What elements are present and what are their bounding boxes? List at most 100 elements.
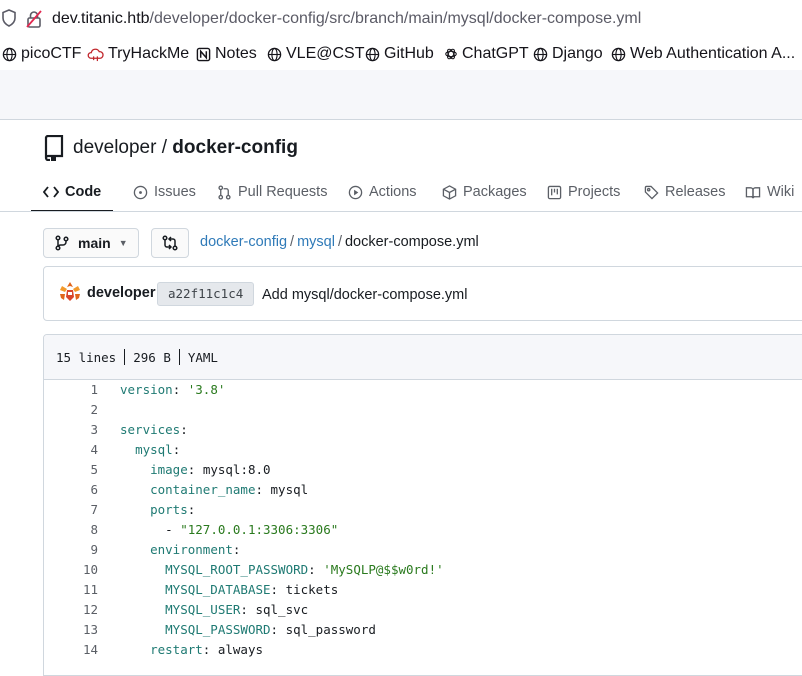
line-number[interactable]: 10 bbox=[44, 560, 98, 580]
tab-pull-requests[interactable]: Pull Requests bbox=[217, 174, 327, 210]
avatar[interactable] bbox=[58, 280, 82, 304]
line-content: image: mysql:8.0 bbox=[150, 462, 271, 477]
tab-issues[interactable]: Issues bbox=[133, 174, 196, 210]
code-line: 9 environment: bbox=[44, 540, 802, 560]
line-number[interactable]: 4 bbox=[44, 440, 98, 460]
code-line: 3 services: bbox=[44, 420, 802, 440]
commit-author[interactable]: developer bbox=[87, 285, 156, 301]
yaml-key: container_name bbox=[150, 482, 256, 497]
notion-icon bbox=[196, 47, 211, 61]
line-content: environment: bbox=[150, 542, 241, 557]
bookmark-notes[interactable]: Notes bbox=[196, 45, 257, 63]
pull-request-icon bbox=[218, 184, 231, 200]
repo-name-link[interactable]: docker-config bbox=[172, 137, 298, 158]
line-content: version: '3.8' bbox=[120, 382, 226, 397]
yaml-key: image bbox=[150, 462, 188, 477]
bookmark-django[interactable]: Django bbox=[533, 45, 603, 63]
branch-icon bbox=[55, 235, 69, 251]
line-number[interactable]: 14 bbox=[44, 640, 98, 660]
line-number[interactable]: 3 bbox=[44, 420, 98, 440]
bookmark-label: picoCTF bbox=[21, 45, 82, 62]
globe-icon bbox=[2, 47, 17, 61]
compare-button[interactable] bbox=[151, 228, 189, 258]
file-language: YAML bbox=[187, 349, 218, 365]
tab-actions[interactable]: Actions bbox=[348, 174, 417, 210]
repo-icon bbox=[44, 135, 64, 161]
tab-projects[interactable]: Projects bbox=[547, 174, 620, 210]
insecure-lock-icon[interactable] bbox=[26, 10, 42, 28]
line-number[interactable]: 7 bbox=[44, 500, 98, 520]
yaml-key: MYSQL_PASSWORD bbox=[165, 622, 271, 637]
package-icon bbox=[442, 184, 457, 200]
url-host: dev.titanic.htb bbox=[52, 10, 150, 27]
bookmark-chatgpt[interactable]: ChatGPT bbox=[444, 45, 529, 63]
code-line: 8 - "127.0.0.1:3306:3306" bbox=[44, 520, 802, 540]
yaml-value: "127.0.0.1:3306:3306" bbox=[180, 522, 339, 537]
yaml-key: MYSQL_USER bbox=[165, 602, 241, 617]
tabs-divider bbox=[0, 211, 802, 212]
bookmark-label: Web Authentication A... bbox=[630, 45, 796, 62]
line-number[interactable]: 8 bbox=[44, 520, 98, 540]
breadcrumb-dir-link[interactable]: mysql bbox=[297, 234, 335, 250]
code-line: 14 restart: always bbox=[44, 640, 802, 660]
chevron-down-icon: ▼ bbox=[118, 238, 128, 248]
tab-label: Actions bbox=[369, 184, 417, 200]
repo-tabs: Code Issues Pull Requests Actions Packag… bbox=[31, 174, 802, 212]
tab-wiki[interactable]: Wiki bbox=[745, 174, 794, 210]
bookmark-label: GitHub bbox=[384, 45, 434, 62]
line-content: mysql: bbox=[135, 442, 181, 457]
yaml-value: sql_password bbox=[285, 622, 376, 637]
url-text[interactable]: dev.titanic.htb/developer/docker-config/… bbox=[52, 10, 641, 28]
yaml-key: mysql bbox=[135, 442, 173, 457]
code-view: 1 version: '3.8' 2 3 services: 4 mysql: 5 imag… bbox=[44, 380, 802, 660]
tag-icon bbox=[644, 185, 659, 200]
code-line: 11 MYSQL_DATABASE: tickets bbox=[44, 580, 802, 600]
line-number[interactable]: 9 bbox=[44, 540, 98, 560]
repo-title: developer / docker-config bbox=[73, 137, 298, 158]
line-number[interactable]: 13 bbox=[44, 620, 98, 640]
tab-releases[interactable]: Releases bbox=[644, 174, 725, 210]
line-content: container_name: mysql bbox=[150, 482, 309, 497]
yaml-value: 'MySQLP@$$w0rd!' bbox=[323, 562, 444, 577]
line-content: MYSQL_USER: sql_svc bbox=[165, 602, 309, 617]
tab-packages[interactable]: Packages bbox=[442, 174, 527, 210]
issue-icon bbox=[133, 185, 148, 199]
code-icon bbox=[43, 186, 59, 198]
tab-label: Code bbox=[65, 184, 102, 200]
tryhackme-cloud-icon bbox=[87, 48, 104, 61]
commit-message[interactable]: Add mysql/docker-compose.yml bbox=[262, 287, 468, 303]
bookmark-label: Django bbox=[552, 45, 603, 62]
branch-dropdown[interactable]: main ▼ bbox=[43, 228, 139, 258]
line-number[interactable]: 12 bbox=[44, 600, 98, 620]
book-icon bbox=[745, 186, 761, 198]
project-icon bbox=[547, 185, 562, 199]
line-content: services: bbox=[120, 422, 188, 437]
shield-icon[interactable] bbox=[2, 9, 16, 27]
breadcrumb-root-link[interactable]: docker-config bbox=[200, 234, 287, 250]
line-number[interactable]: 1 bbox=[44, 380, 98, 400]
line-number[interactable]: 6 bbox=[44, 480, 98, 500]
commit-sha-button[interactable]: a22f11c1c4 bbox=[157, 282, 255, 306]
tab-label: Pull Requests bbox=[238, 184, 328, 200]
line-content: MYSQL_ROOT_PASSWORD: 'MySQLP@$$w0rd!' bbox=[165, 562, 444, 577]
line-number[interactable]: 11 bbox=[44, 580, 98, 600]
tab-label: Projects bbox=[568, 184, 621, 200]
line-number[interactable]: 5 bbox=[44, 460, 98, 480]
globe-icon bbox=[267, 47, 282, 61]
bookmark-github[interactable]: GitHub bbox=[365, 45, 434, 63]
line-number[interactable]: 2 bbox=[44, 400, 98, 420]
bookmark-picoctf[interactable]: picoCTF bbox=[2, 45, 81, 63]
code-line: 2 bbox=[44, 400, 802, 420]
line-content: MYSQL_DATABASE: tickets bbox=[165, 582, 339, 597]
tab-code[interactable]: Code bbox=[31, 174, 114, 212]
bookmark-web-authentication[interactable]: Web Authentication A... bbox=[611, 45, 795, 63]
bookmark-vle[interactable]: VLE@CST bbox=[267, 45, 364, 63]
yaml-value: always bbox=[217, 642, 264, 657]
address-bar[interactable]: dev.titanic.htb/developer/docker-config/… bbox=[0, 0, 802, 38]
breadcrumb-current-file: docker-compose.yml bbox=[344, 234, 479, 250]
repo-owner-link[interactable]: developer bbox=[73, 137, 156, 158]
bookmark-tryhackme[interactable]: TryHackMe bbox=[87, 45, 189, 63]
globe-icon bbox=[533, 47, 548, 61]
yaml-value: tickets bbox=[285, 582, 339, 597]
url-path: /developer/docker-config/src/branch/main… bbox=[149, 10, 642, 27]
